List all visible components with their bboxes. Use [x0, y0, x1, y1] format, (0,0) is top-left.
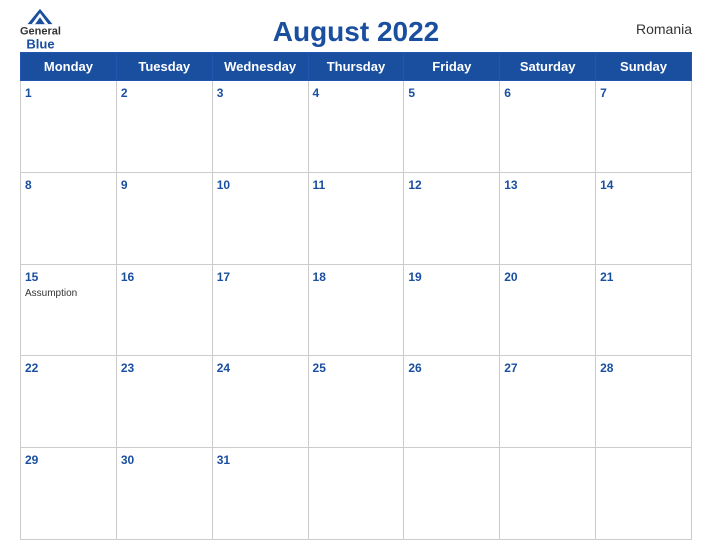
day-number: 18 [313, 270, 326, 284]
table-row: 21 [596, 264, 692, 356]
day-number: 6 [504, 86, 511, 100]
days-header-row: Monday Tuesday Wednesday Thursday Friday… [21, 53, 692, 81]
day-number: 23 [121, 361, 134, 375]
day-number: 20 [504, 270, 517, 284]
table-row: 8 [21, 172, 117, 264]
table-row: 16 [116, 264, 212, 356]
day-number: 12 [408, 178, 421, 192]
day-number: 28 [600, 361, 613, 375]
table-row: 29 [21, 448, 117, 540]
table-row: 19 [404, 264, 500, 356]
table-row: 31 [212, 448, 308, 540]
day-number: 19 [408, 270, 421, 284]
day-number: 2 [121, 86, 128, 100]
table-row: 20 [500, 264, 596, 356]
table-row: 28 [596, 356, 692, 448]
day-number: 25 [313, 361, 326, 375]
calendar-table: Monday Tuesday Wednesday Thursday Friday… [20, 52, 692, 540]
day-number: 30 [121, 453, 134, 467]
table-row: 5 [404, 81, 500, 173]
calendar-header: General Blue August 2022 Romania [20, 10, 692, 48]
header-saturday: Saturday [500, 53, 596, 81]
day-number: 15 [25, 270, 38, 284]
table-row [500, 448, 596, 540]
table-row: 17 [212, 264, 308, 356]
table-row: 1 [21, 81, 117, 173]
calendar-week-3: 15 Assumption 16 17 18 19 20 21 [21, 264, 692, 356]
country-label: Romania [636, 21, 692, 37]
table-row: 7 [596, 81, 692, 173]
table-row: 4 [308, 81, 404, 173]
table-row: 22 [21, 356, 117, 448]
table-row: 6 [500, 81, 596, 173]
table-row: 10 [212, 172, 308, 264]
day-number: 3 [217, 86, 224, 100]
table-row: 27 [500, 356, 596, 448]
header-monday: Monday [21, 53, 117, 81]
header-thursday: Thursday [308, 53, 404, 81]
logo: General Blue [20, 8, 61, 51]
calendar-week-1: 1 2 3 4 5 6 7 [21, 81, 692, 173]
table-row: 24 [212, 356, 308, 448]
header-tuesday: Tuesday [116, 53, 212, 81]
day-number: 14 [600, 178, 613, 192]
table-row: 3 [212, 81, 308, 173]
table-row: 18 [308, 264, 404, 356]
table-row: 14 [596, 172, 692, 264]
day-number: 13 [504, 178, 517, 192]
day-number: 1 [25, 86, 32, 100]
day-number: 17 [217, 270, 230, 284]
table-row: 30 [116, 448, 212, 540]
logo-blue-text: Blue [26, 38, 54, 51]
day-number: 26 [408, 361, 421, 375]
table-row: 13 [500, 172, 596, 264]
day-number: 7 [600, 86, 607, 100]
table-row: 9 [116, 172, 212, 264]
table-row [596, 448, 692, 540]
day-number: 24 [217, 361, 230, 375]
table-row: 15 Assumption [21, 264, 117, 356]
logo-icon [26, 8, 54, 26]
calendar-week-2: 8 9 10 11 12 13 14 [21, 172, 692, 264]
day-number: 10 [217, 178, 230, 192]
table-row: 11 [308, 172, 404, 264]
table-row: 25 [308, 356, 404, 448]
day-number: 22 [25, 361, 38, 375]
day-number: 16 [121, 270, 134, 284]
day-number: 5 [408, 86, 415, 100]
header-wednesday: Wednesday [212, 53, 308, 81]
day-event: Assumption [25, 288, 112, 299]
calendar-title: August 2022 [273, 16, 440, 48]
header-friday: Friday [404, 53, 500, 81]
table-row: 23 [116, 356, 212, 448]
table-row: 2 [116, 81, 212, 173]
table-row [404, 448, 500, 540]
header-sunday: Sunday [596, 53, 692, 81]
calendar-week-4: 22 23 24 25 26 27 28 [21, 356, 692, 448]
day-number: 21 [600, 270, 613, 284]
calendar-week-5: 29 30 31 [21, 448, 692, 540]
table-row: 12 [404, 172, 500, 264]
day-number: 31 [217, 453, 230, 467]
day-number: 11 [313, 178, 326, 192]
table-row: 26 [404, 356, 500, 448]
table-row [308, 448, 404, 540]
day-number: 29 [25, 453, 38, 467]
day-number: 9 [121, 178, 128, 192]
day-number: 4 [313, 86, 320, 100]
day-number: 8 [25, 178, 32, 192]
day-number: 27 [504, 361, 517, 375]
